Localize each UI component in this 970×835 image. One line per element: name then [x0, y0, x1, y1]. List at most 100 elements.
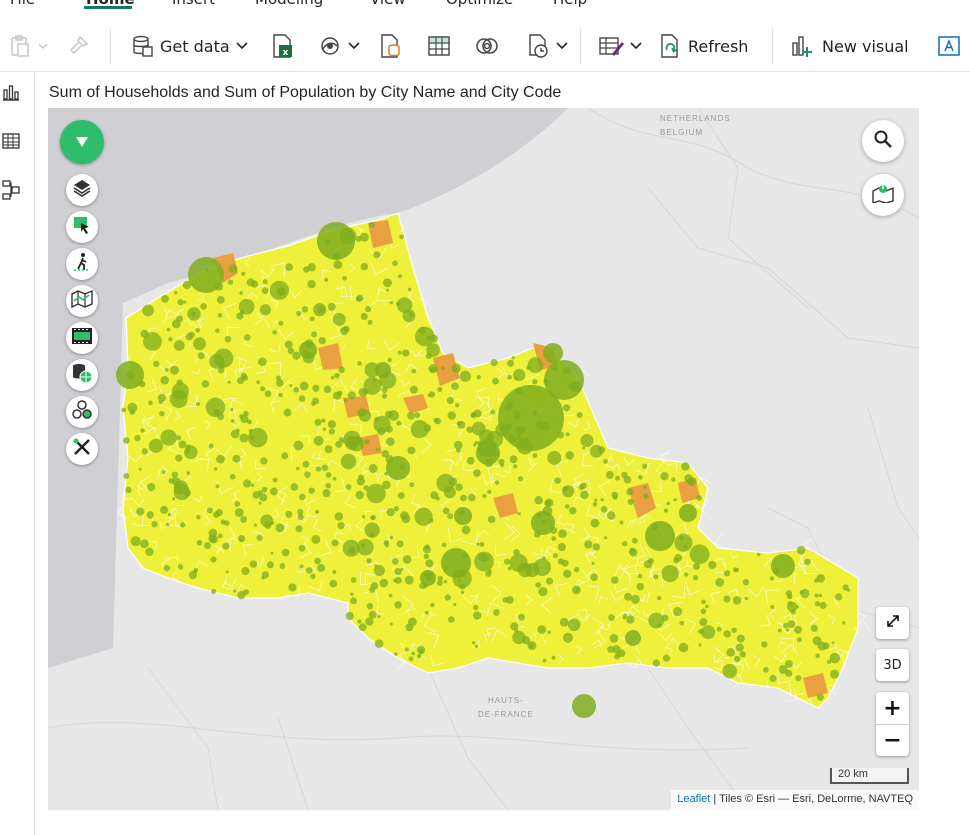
city-bubble — [692, 562, 700, 571]
data-sources-button[interactable] — [66, 359, 98, 391]
format-painter-button[interactable] — [66, 20, 90, 72]
refresh-button[interactable]: Refresh — [658, 20, 748, 72]
city-bubble — [423, 553, 430, 560]
city-bubble — [455, 483, 463, 491]
leaflet-link[interactable]: Leaflet — [677, 793, 710, 805]
city-bubble — [260, 386, 266, 392]
city-bubble — [527, 357, 544, 374]
city-bubble — [157, 393, 166, 402]
city-bubble — [565, 451, 574, 460]
report-view-button[interactable] — [0, 81, 22, 107]
text-box-icon — [936, 34, 962, 58]
city-bubble — [474, 644, 479, 648]
city-bubble — [350, 592, 354, 596]
city-bubble — [563, 569, 572, 578]
city-bubble — [678, 642, 689, 653]
city-bubble — [145, 547, 154, 557]
enter-data-button[interactable] — [426, 20, 452, 72]
city-bubble — [624, 592, 632, 601]
city-bubble — [278, 320, 284, 326]
city-bubble — [283, 408, 292, 417]
new-visual-button[interactable]: New visual — [790, 20, 909, 72]
city-bubble — [578, 484, 585, 491]
tab-file[interactable]: File — [10, 0, 35, 8]
city-bubble — [160, 429, 177, 446]
map-info-button[interactable] — [862, 174, 904, 216]
paste-button[interactable] — [8, 20, 48, 72]
map-visual[interactable]: NETHERLANDS BELGIUM HAUTS- DE-FRANCE 3D … — [48, 108, 919, 810]
recent-sources-button[interactable] — [526, 20, 568, 72]
tab-help[interactable]: Help — [553, 0, 587, 8]
city-bubble — [794, 625, 802, 634]
city-bubble — [551, 536, 557, 541]
city-bubble — [733, 655, 741, 663]
fullscreen-button[interactable] — [876, 607, 909, 639]
hexbin-button[interactable] — [66, 396, 98, 428]
city-bubble — [172, 497, 176, 501]
city-bubble — [250, 280, 259, 288]
city-bubble — [589, 444, 603, 458]
city-bubble — [739, 651, 746, 658]
layers-button[interactable] — [66, 174, 98, 206]
city-bubble — [701, 625, 716, 640]
tab-view[interactable]: View — [370, 0, 406, 8]
new-visual-label: New visual — [822, 36, 909, 56]
city-bubble — [384, 543, 389, 548]
model-view-button[interactable] — [0, 179, 22, 205]
city-bubble — [298, 544, 306, 552]
onelake-hub-button[interactable] — [318, 20, 360, 72]
city-bubble — [623, 475, 632, 484]
city-bubble — [276, 287, 286, 296]
city-bubble — [642, 463, 648, 469]
city-bubble — [210, 556, 217, 563]
three-d-button[interactable]: 3D — [876, 649, 909, 681]
city-bubble — [343, 397, 348, 403]
city-bubble — [313, 435, 324, 446]
city-bubble — [275, 523, 285, 533]
excel-workbook-button[interactable]: x — [270, 20, 294, 72]
city-bubble — [424, 544, 430, 550]
city-bubble — [799, 590, 804, 595]
city-bubble — [374, 639, 384, 648]
city-bubble — [269, 487, 278, 496]
city-bubble — [756, 552, 761, 557]
tab-insert[interactable]: Insert — [172, 0, 215, 8]
city-bubble — [407, 412, 415, 420]
city-bubble — [414, 412, 421, 418]
animation-button[interactable] — [66, 322, 98, 354]
select-button[interactable] — [66, 211, 98, 243]
city-bubble — [347, 547, 356, 555]
city-bubble — [168, 477, 175, 484]
city-bubble — [335, 440, 343, 448]
city-bubble — [323, 385, 332, 393]
city-bubble — [360, 262, 369, 271]
chevron-down-icon — [38, 42, 48, 50]
city-bubble — [459, 583, 466, 590]
city-bubble — [369, 586, 376, 593]
walk-button[interactable] — [66, 248, 98, 280]
search-button[interactable] — [862, 120, 904, 162]
map-style-button[interactable] — [66, 285, 98, 317]
filter-toggle-button[interactable] — [60, 120, 104, 164]
city-bubble — [787, 620, 796, 629]
transform-data-button[interactable] — [598, 20, 642, 72]
city-bubble — [201, 380, 210, 388]
get-data-button[interactable]: Get data — [130, 20, 248, 72]
city-bubble — [816, 574, 825, 583]
city-bubble — [608, 614, 615, 621]
city-bubble — [796, 545, 806, 555]
table-view-button[interactable] — [0, 130, 22, 156]
city-bubble — [317, 222, 355, 260]
zoom-out-button[interactable]: − — [876, 724, 909, 756]
tools-button[interactable] — [66, 433, 98, 465]
city-bubble — [237, 591, 246, 600]
zoom-in-button[interactable]: + — [876, 692, 909, 724]
sql-server-button[interactable] — [378, 20, 402, 72]
city-bubble — [364, 522, 380, 538]
city-bubble — [604, 536, 608, 540]
tab-modeling[interactable]: Modeling — [255, 0, 323, 8]
text-box-button[interactable] — [936, 20, 962, 72]
dataverse-button[interactable] — [474, 20, 500, 72]
city-bubble — [258, 501, 262, 505]
tab-optimize[interactable]: Optimize — [446, 0, 513, 8]
